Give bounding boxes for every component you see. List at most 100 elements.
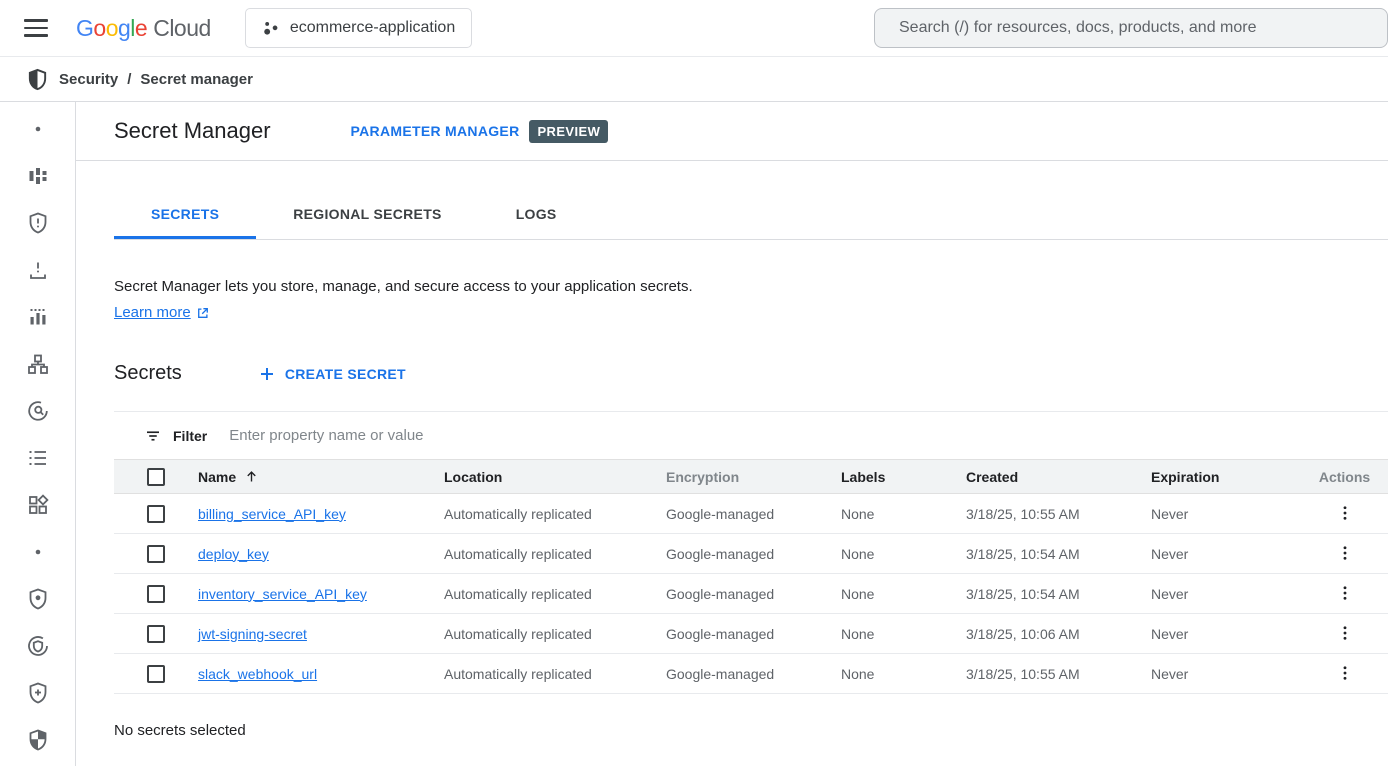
row-actions-menu-icon[interactable] [1330,502,1360,524]
secrets-section-heading: Secrets [114,362,182,385]
shield-alert-icon[interactable] [26,211,50,235]
breadcrumb-security[interactable]: Security [59,71,118,88]
created-cell: 3/18/25, 10:54 AM [966,574,1151,614]
expiration-cell: Never [1151,534,1301,574]
row-actions-menu-icon[interactable] [1330,542,1360,564]
tab-secrets[interactable]: SECRETS [114,191,256,239]
encryption-cell: Google-managed [666,534,841,574]
secret-link[interactable]: deploy_key [198,546,269,562]
row-checkbox[interactable] [147,585,165,603]
row-checkbox[interactable] [147,505,165,523]
table-row: billing_service_API_key Automatically re… [114,494,1388,534]
google-wordmark: Google [76,15,147,42]
breadcrumb-page: Secret manager [140,71,253,88]
labels-cell: None [841,494,966,534]
dot-icon[interactable] [26,540,50,564]
hamburger-line [24,27,48,30]
filter-input[interactable] [229,427,1388,444]
expiration-cell: Never [1151,654,1301,694]
shield-guard-icon[interactable] [26,587,50,611]
labels-cell: None [841,614,966,654]
web-security-scanner-icon[interactable] [26,634,50,658]
page-title: Secret Manager [114,118,271,144]
org-hierarchy-icon[interactable] [26,352,50,376]
table-row: inventory_service_API_key Automatically … [114,574,1388,614]
secret-link[interactable]: billing_service_API_key [198,506,346,522]
global-search[interactable] [874,8,1388,48]
hamburger-line [24,19,48,22]
header-divider [76,160,1388,161]
labels-cell: None [841,654,966,694]
security-dashboard-icon[interactable] [26,164,50,188]
page-description: Secret Manager lets you store, manage, a… [114,274,1388,326]
column-header-actions: Actions [1301,460,1388,494]
security-shield-icon [26,68,49,91]
project-selector[interactable]: ecommerce-application [245,8,472,48]
location-cell: Automatically replicated [444,534,666,574]
shield-plus-icon[interactable] [26,681,50,705]
create-secret-button[interactable]: CREATE SECRET [258,365,406,383]
asset-search-icon[interactable] [26,399,50,423]
row-checkbox[interactable] [147,625,165,643]
row-checkbox[interactable] [147,545,165,563]
column-header-labels[interactable]: Labels [841,460,966,494]
google-cloud-logo: Google Cloud [76,15,211,42]
parameter-manager-link[interactable]: PARAMETER MANAGER [351,123,520,139]
table-row: slack_webhook_url Automatically replicat… [114,654,1388,694]
learn-more-link[interactable]: Learn more [114,300,210,326]
created-cell: 3/18/25, 10:55 AM [966,494,1151,534]
encryption-cell: Google-managed [666,654,841,694]
breadcrumb-separator: / [127,71,131,88]
expiration-cell: Never [1151,494,1301,534]
search-input[interactable] [899,19,1363,37]
filter-label: Filter [173,428,207,444]
encryption-cell: Google-managed [666,614,841,654]
tab-bar: SECRETS REGIONAL SECRETS LOGS [114,191,1388,240]
dot-icon[interactable] [26,117,50,141]
column-header-name[interactable]: Name [198,469,236,485]
selection-status: No secrets selected [114,722,1388,739]
column-header-created[interactable]: Created [966,460,1151,494]
column-header-location[interactable]: Location [444,460,666,494]
location-cell: Automatically replicated [444,654,666,694]
menu-icon[interactable] [16,8,56,48]
compliance-list-icon[interactable] [26,446,50,470]
create-secret-label: CREATE SECRET [285,366,406,382]
secret-link[interactable]: inventory_service_API_key [198,586,367,602]
column-header-expiration[interactable]: Expiration [1151,460,1301,494]
table-row: deploy_key Automatically replicated Goog… [114,534,1388,574]
table-row: jwt-signing-secret Automatically replica… [114,614,1388,654]
row-actions-menu-icon[interactable] [1330,662,1360,684]
created-cell: 3/18/25, 10:06 AM [966,614,1151,654]
row-checkbox[interactable] [147,665,165,683]
secret-link[interactable]: jwt-signing-secret [198,626,307,642]
location-cell: Automatically replicated [444,494,666,534]
bar-chart-icon[interactable] [26,305,50,329]
location-cell: Automatically replicated [444,574,666,614]
preview-badge: PREVIEW [529,120,608,143]
secret-link[interactable]: slack_webhook_url [198,666,317,682]
project-name: ecommerce-application [290,19,455,37]
gcp-console-window: Google Cloud ecommerce-application Secur… [0,0,1388,767]
sort-ascending-icon[interactable] [244,469,259,484]
filter-icon [144,427,162,445]
plus-icon [258,365,276,383]
cloud-wordmark: Cloud [153,15,211,42]
encryption-cell: Google-managed [666,574,841,614]
workloads-icon[interactable] [26,493,50,517]
description-text: Secret Manager lets you store, manage, a… [114,278,693,295]
table-header-row: Name Location Encryption Labels Created … [114,460,1388,494]
security-command-center-icon[interactable] [26,728,50,752]
encryption-cell: Google-managed [666,494,841,534]
tab-logs[interactable]: LOGS [479,191,594,239]
column-header-encryption: Encryption [666,460,841,494]
security-nav-rail [0,102,76,766]
secrets-table: Name Location Encryption Labels Created … [114,459,1388,694]
row-actions-menu-icon[interactable] [1330,582,1360,604]
select-all-checkbox[interactable] [147,468,165,486]
findings-tray-icon[interactable] [26,258,50,282]
tab-regional-secrets[interactable]: REGIONAL SECRETS [256,191,478,239]
external-link-icon [196,306,210,320]
row-actions-menu-icon[interactable] [1330,622,1360,644]
learn-more-label: Learn more [114,300,191,326]
